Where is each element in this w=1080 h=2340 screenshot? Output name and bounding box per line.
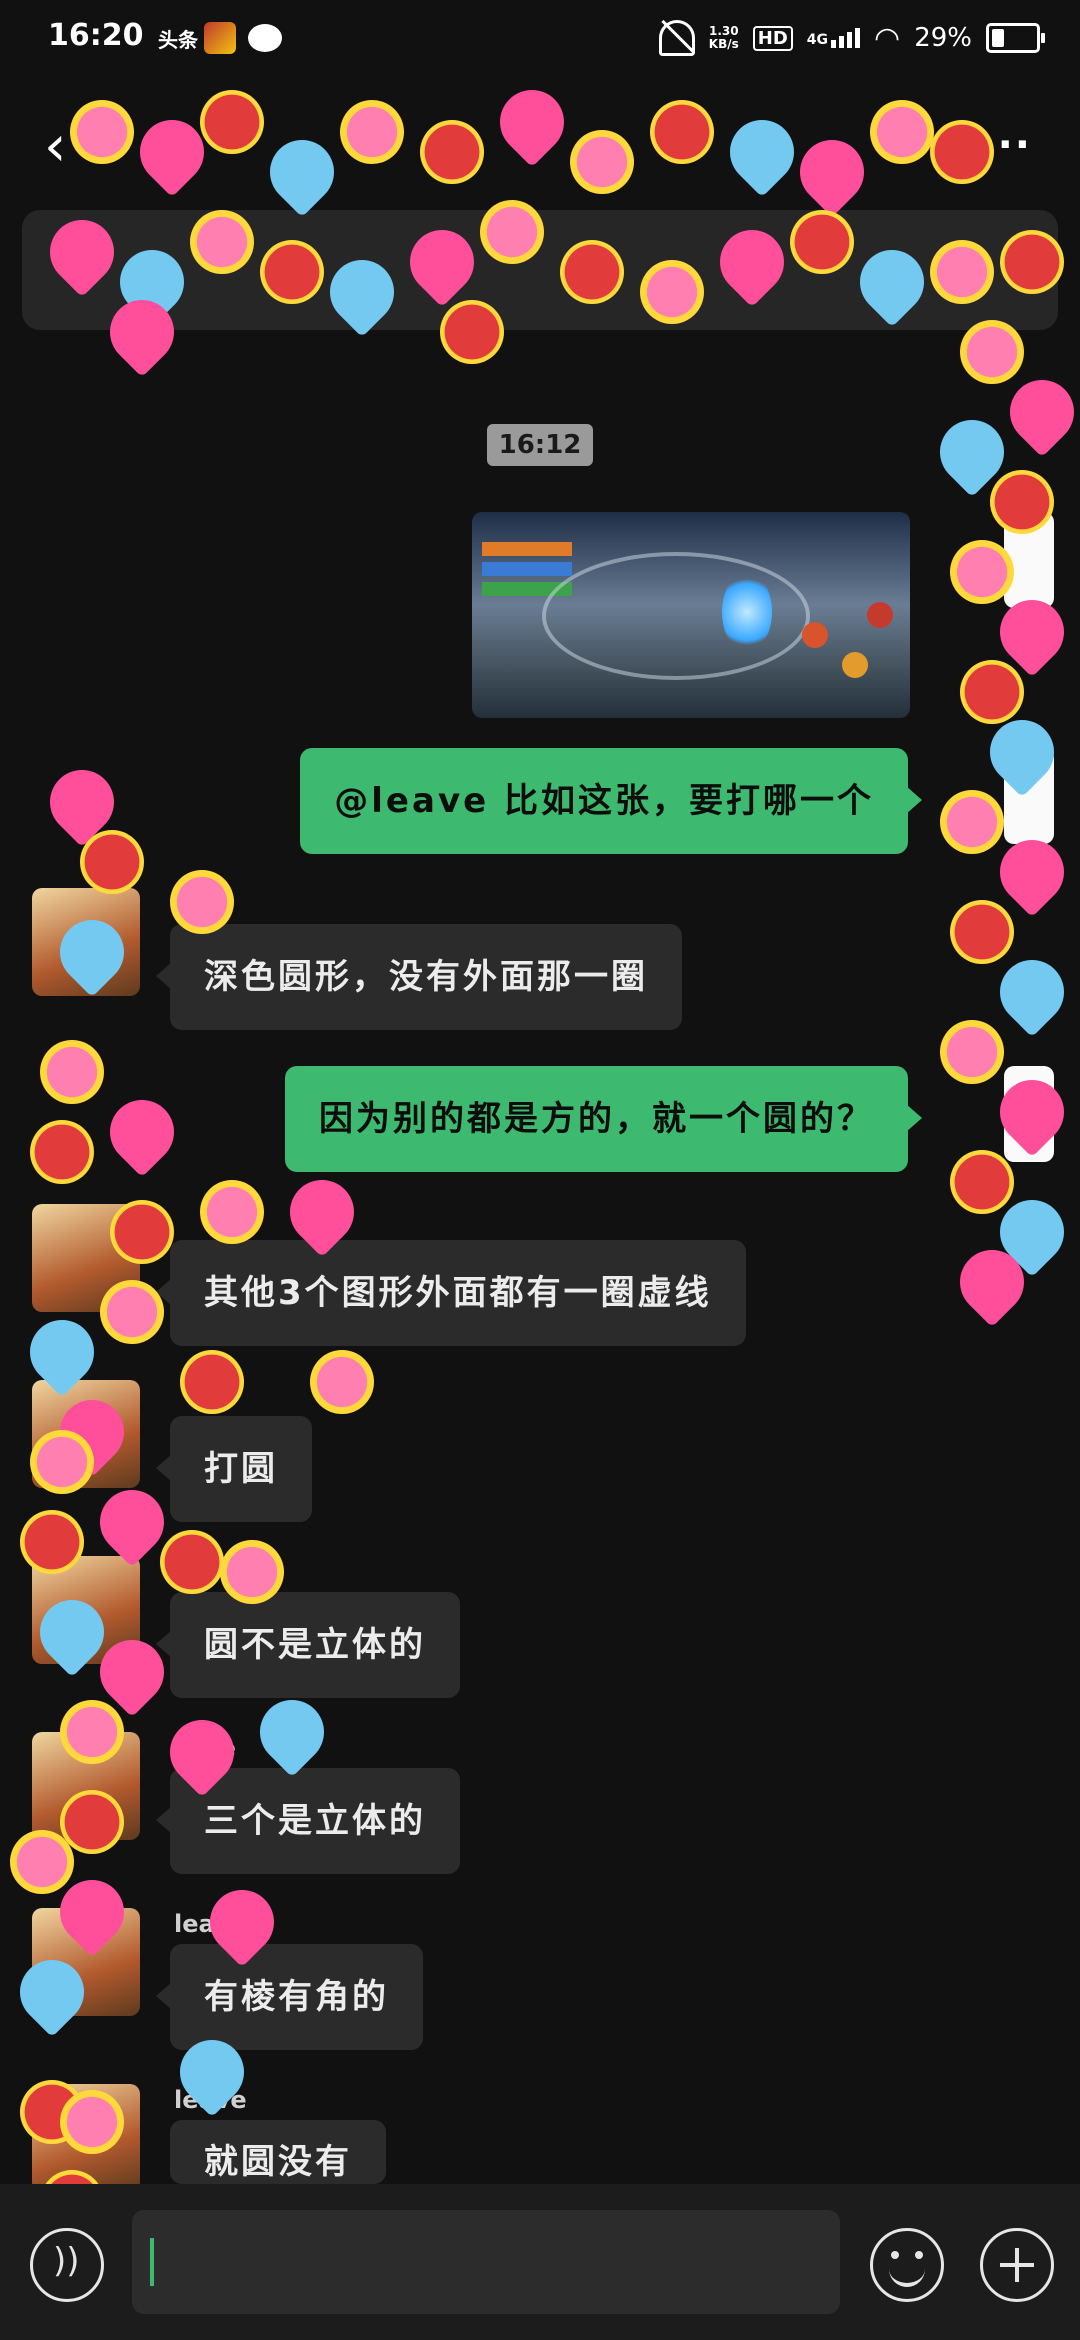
self-avatar[interactable]: [1004, 512, 1054, 608]
incoming-message[interactable]: 就圆没有: [170, 2120, 386, 2184]
status-bar: 16:20 头条 1.30 KB/s HD 4G ◠ 29%: [0, 0, 1080, 84]
sender-name: ve: [204, 1734, 236, 1762]
battery-percent: 29%: [914, 23, 972, 53]
toutiao-badge: 头条: [158, 28, 198, 52]
image-detail: [867, 602, 893, 628]
image-detail: [482, 562, 572, 576]
avatar[interactable]: [32, 2084, 140, 2192]
incoming-message[interactable]: 打圆: [156, 1416, 312, 1522]
voice-button[interactable]: )): [30, 2228, 104, 2302]
avatar[interactable]: [32, 1380, 140, 1488]
status-indicators: 1.30 KB/s HD 4G ◠ 29%: [658, 20, 1045, 56]
more-horizontal-icon: ···: [980, 122, 1032, 168]
chat-header: ‹ ···: [0, 100, 1080, 200]
wifi-icon: ◠: [874, 20, 901, 56]
mute-bell-icon: [658, 20, 695, 56]
avatar[interactable]: [32, 1908, 140, 2016]
image-message[interactable]: [472, 512, 910, 718]
chat-bubble-icon: [248, 24, 282, 52]
incoming-message[interactable]: 三个是立体的: [156, 1768, 460, 1874]
avatar[interactable]: [32, 1556, 140, 1664]
message-input[interactable]: [132, 2210, 840, 2314]
hd-badge: HD: [752, 25, 793, 51]
avatar[interactable]: [32, 888, 140, 996]
incoming-message[interactable]: 有棱有角的: [156, 1944, 423, 2050]
outgoing-message[interactable]: 因为别的都是方的，就一个圆的？: [285, 1066, 922, 1172]
chevron-left-icon: ‹: [44, 114, 67, 179]
battery-icon: [986, 23, 1045, 53]
avatar[interactable]: [32, 1204, 140, 1312]
voice-icon: )): [53, 2241, 80, 2281]
back-button[interactable]: ‹: [44, 119, 84, 175]
incoming-message[interactable]: 圆不是立体的: [156, 1592, 460, 1698]
pinned-notice-bar[interactable]: [22, 210, 1058, 330]
incoming-message[interactable]: 深色圆形，没有外面那一圈: [156, 924, 682, 1030]
sender-name: lea: [174, 1910, 215, 1938]
image-detail: [842, 652, 868, 678]
plus-button[interactable]: [980, 2228, 1054, 2302]
outgoing-message[interactable]: @leave 比如这张，要打哪一个: [300, 748, 922, 854]
self-avatar[interactable]: [1004, 748, 1054, 844]
image-detail: [802, 622, 828, 648]
self-avatar[interactable]: [1004, 1066, 1054, 1162]
more-button[interactable]: ···: [980, 122, 1032, 168]
image-detail: [722, 572, 772, 652]
input-bar: )): [0, 2184, 1080, 2340]
status-time: 16:20: [48, 18, 144, 53]
avatar[interactable]: [32, 1732, 140, 1840]
sender-name: leave: [174, 2086, 247, 2114]
emoji-button[interactable]: [870, 2228, 944, 2302]
signal-icon: 4G: [806, 28, 861, 48]
message-timestamp: 16:12: [487, 424, 593, 466]
game-app-icon: [204, 22, 236, 54]
net-speed: 1.30 KB/s: [709, 25, 739, 51]
network-type: 4G: [806, 32, 829, 48]
net-speed-unit: KB/s: [708, 37, 739, 51]
incoming-message[interactable]: 其他3个图形外面都有一圈虚线: [156, 1240, 746, 1346]
image-detail: [482, 542, 572, 556]
text-cursor: [150, 2238, 154, 2286]
